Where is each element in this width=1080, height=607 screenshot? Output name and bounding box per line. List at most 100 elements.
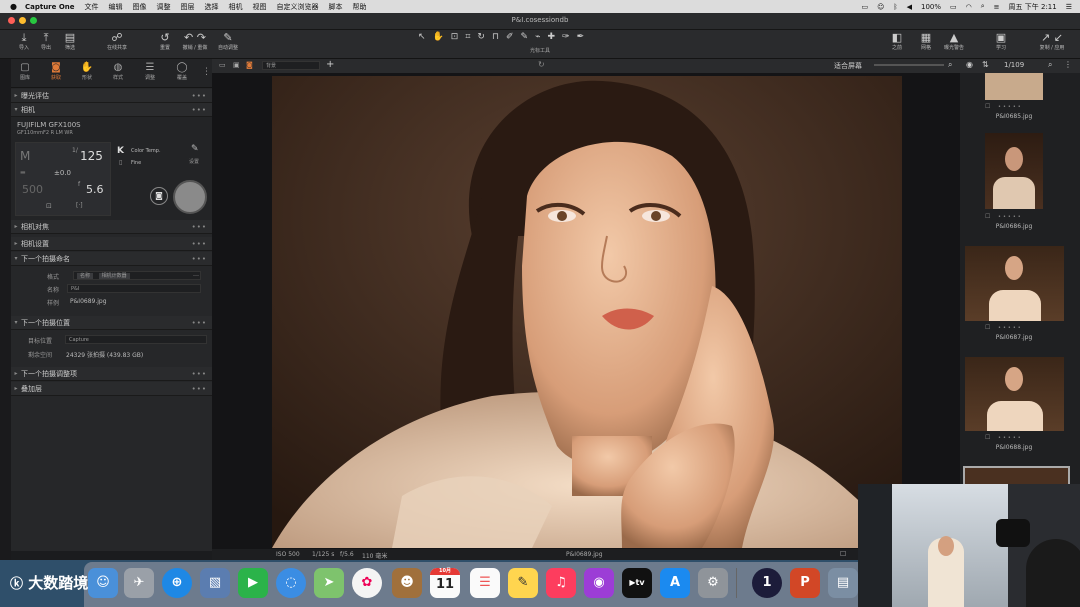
format-field[interactable]: 名称 相机计数器 [73, 271, 201, 280]
menu-adjust[interactable]: 调整 [157, 2, 171, 12]
tab-adjust[interactable]: ☰ 调整 [138, 62, 162, 81]
browser-search-icon[interactable]: ⌕ [1048, 60, 1052, 70]
sound-icon[interactable]: ◀ [907, 3, 912, 11]
messages-dock-icon[interactable]: ◌ [276, 568, 306, 598]
cursor-tools-group[interactable]: ↖✋⊡⌗↻⊓✐✎⌁✚✑✒ [418, 32, 660, 44]
facetime-dock-icon[interactable]: ▶ [238, 568, 268, 598]
proof-view-icon[interactable]: ◙ [246, 61, 253, 69]
select-checkbox[interactable]: ☐ [840, 550, 846, 558]
image-viewer[interactable] [212, 73, 960, 549]
learn-button[interactable]: ▣ 学习 [990, 32, 1012, 52]
clone-tool-icon[interactable]: ✑ [562, 32, 577, 42]
import-button[interactable]: ⤓ 导入 [14, 32, 34, 52]
section-camera[interactable]: ▾ 相机 ••• [11, 103, 212, 117]
section-next-adjustments[interactable]: ▸ 下一个拍摄调整项 ••• [11, 367, 212, 381]
shutter-value[interactable]: 125 [80, 149, 103, 163]
tv-dock-icon[interactable]: ▶tv [622, 568, 652, 598]
eye-icon[interactable]: ◉ [966, 60, 973, 69]
single-view-icon[interactable]: ▭ [219, 61, 226, 69]
af-mode-icon[interactable]: [·] [76, 202, 83, 209]
bluetooth-icon[interactable]: ᛒ [893, 3, 897, 11]
live-view-icon[interactable]: ◙ [150, 187, 168, 205]
filter-button[interactable]: ▤ 筛选 [60, 32, 80, 52]
quality-label[interactable]: Fine [131, 160, 141, 166]
menu-view[interactable]: 视图 [253, 2, 267, 12]
section-next-location[interactable]: ▾ 下一个拍摄位置 ••• [11, 316, 212, 330]
style-select[interactable]: 背景 [262, 61, 320, 70]
capture-one-dock-icon[interactable]: 1 [752, 568, 782, 598]
settings-label[interactable]: 设置 [189, 158, 199, 165]
thumbnail-image[interactable] [965, 357, 1064, 431]
system-preferences-dock-icon[interactable]: ⚙ [698, 568, 728, 598]
destination-select[interactable]: Capture [65, 335, 207, 344]
aperture-value[interactable]: 5.6 [86, 183, 104, 196]
safari-dock-icon[interactable]: ⊕ [162, 568, 192, 598]
format-more-icon[interactable]: … [193, 271, 199, 278]
heal-tool-icon[interactable]: ✚ [547, 32, 562, 42]
reset-button[interactable]: ↺ 重置 [155, 32, 175, 52]
rating-stars[interactable]: ••••• [998, 104, 1023, 110]
image-stack-dock-icon[interactable]: ▤ [828, 568, 858, 598]
menu-layer[interactable]: 图层 [181, 2, 195, 12]
copy-apply-button[interactable]: ↗ ↙ 复制 / 应用 [1034, 32, 1070, 52]
browser-more-icon[interactable]: ⋮ [1064, 60, 1072, 69]
more-icon[interactable]: ••• [192, 319, 212, 327]
multi-view-icon[interactable]: ▣ [233, 61, 240, 69]
name-field[interactable]: P&I [67, 284, 201, 293]
wifi-icon[interactable]: ◠ [966, 3, 972, 11]
photos-dock-icon[interactable]: ✿ [352, 568, 382, 598]
notes-dock-icon[interactable]: ✎ [508, 568, 538, 598]
tab-capture[interactable]: ◙ 获取 [44, 62, 68, 81]
reminders-dock-icon[interactable]: ☰ [470, 568, 500, 598]
undo-redo-button[interactable]: ↶ ↷ 撤销 / 重做 [177, 32, 213, 52]
rating-stars[interactable]: ••••• [998, 325, 1023, 331]
rating-stars[interactable]: ••••• [998, 435, 1023, 441]
preview-dock-icon[interactable]: ▧ [200, 568, 230, 598]
picker-tool-icon[interactable]: ✐ [506, 32, 521, 42]
menu-custom-browser[interactable]: 自定义浏览器 [277, 2, 319, 12]
online-share-button[interactable]: ☍ 在线共享 [100, 32, 134, 52]
auto-adjust-button[interactable]: ✎ 自动调整 [214, 32, 242, 52]
tabs-more-icon[interactable]: ⋮ [202, 67, 211, 77]
more-icon[interactable]: ••• [192, 370, 212, 378]
section-camera-focus[interactable]: ▸ 相机对焦 ••• [11, 220, 212, 234]
more-icon[interactable]: ••• [192, 92, 212, 100]
finder-dock-icon[interactable]: ☺ [88, 568, 118, 598]
mode-value[interactable]: M [20, 149, 30, 163]
maps-dock-icon[interactable]: ➤ [314, 568, 344, 598]
more-icon[interactable]: ••• [192, 106, 212, 114]
screen-mirror-icon[interactable]: ▭ [861, 3, 868, 11]
menu-image[interactable]: 图像 [133, 2, 147, 12]
annotate-tool-icon[interactable]: ✒ [577, 32, 592, 42]
main-photo[interactable] [272, 76, 902, 548]
thumbnail-image[interactable] [985, 133, 1043, 209]
exposure-mode-icon[interactable]: ⊡ [46, 202, 52, 210]
zoom-icon[interactable]: ⌕ [948, 60, 952, 70]
search-icon[interactable]: ⌕ [981, 2, 985, 11]
thumb-checkbox[interactable]: ☐ [985, 103, 990, 110]
export-button[interactable]: ⤒ 导出 [36, 32, 56, 52]
menu-script[interactable]: 脚本 [329, 2, 343, 12]
menu-select[interactable]: 选择 [205, 2, 219, 12]
fit-screen-label[interactable]: 适合屏幕 [834, 61, 862, 71]
section-overlay[interactable]: ▸ 叠加层 ••• [11, 382, 212, 396]
section-camera-settings[interactable]: ▸ 相机设置 ••• [11, 237, 212, 251]
more-icon[interactable]: ••• [192, 385, 212, 393]
add-icon[interactable]: + [326, 59, 334, 70]
section-exposure-eval[interactable]: ▸ 曝光评估 ••• [11, 89, 212, 103]
user-icon[interactable]: ☺ [877, 3, 884, 11]
keystone-tool-icon[interactable]: ⊓ [492, 32, 506, 42]
rating-stars[interactable]: ••••• [998, 214, 1023, 220]
tab-style[interactable]: ◍ 样式 [106, 62, 130, 81]
rotate-tool-icon[interactable]: ↻ [477, 32, 492, 42]
menubar-app-name[interactable]: Capture One [25, 3, 75, 11]
thumbnail-image[interactable] [985, 73, 1043, 100]
launchpad-dock-icon[interactable]: ✈ [124, 568, 154, 598]
apple-icon[interactable]: ● [10, 2, 17, 11]
powerpoint-dock-icon[interactable]: P [790, 568, 820, 598]
exposure-warning-button[interactable]: ▲ 曝光警告 [938, 32, 970, 52]
select-tool-icon[interactable]: ↖ [418, 32, 433, 42]
menu-camera[interactable]: 相机 [229, 2, 243, 12]
calendar-dock-icon[interactable]: 10月 11 [430, 568, 460, 598]
gradient-tool-icon[interactable]: ⌁ [535, 32, 547, 42]
